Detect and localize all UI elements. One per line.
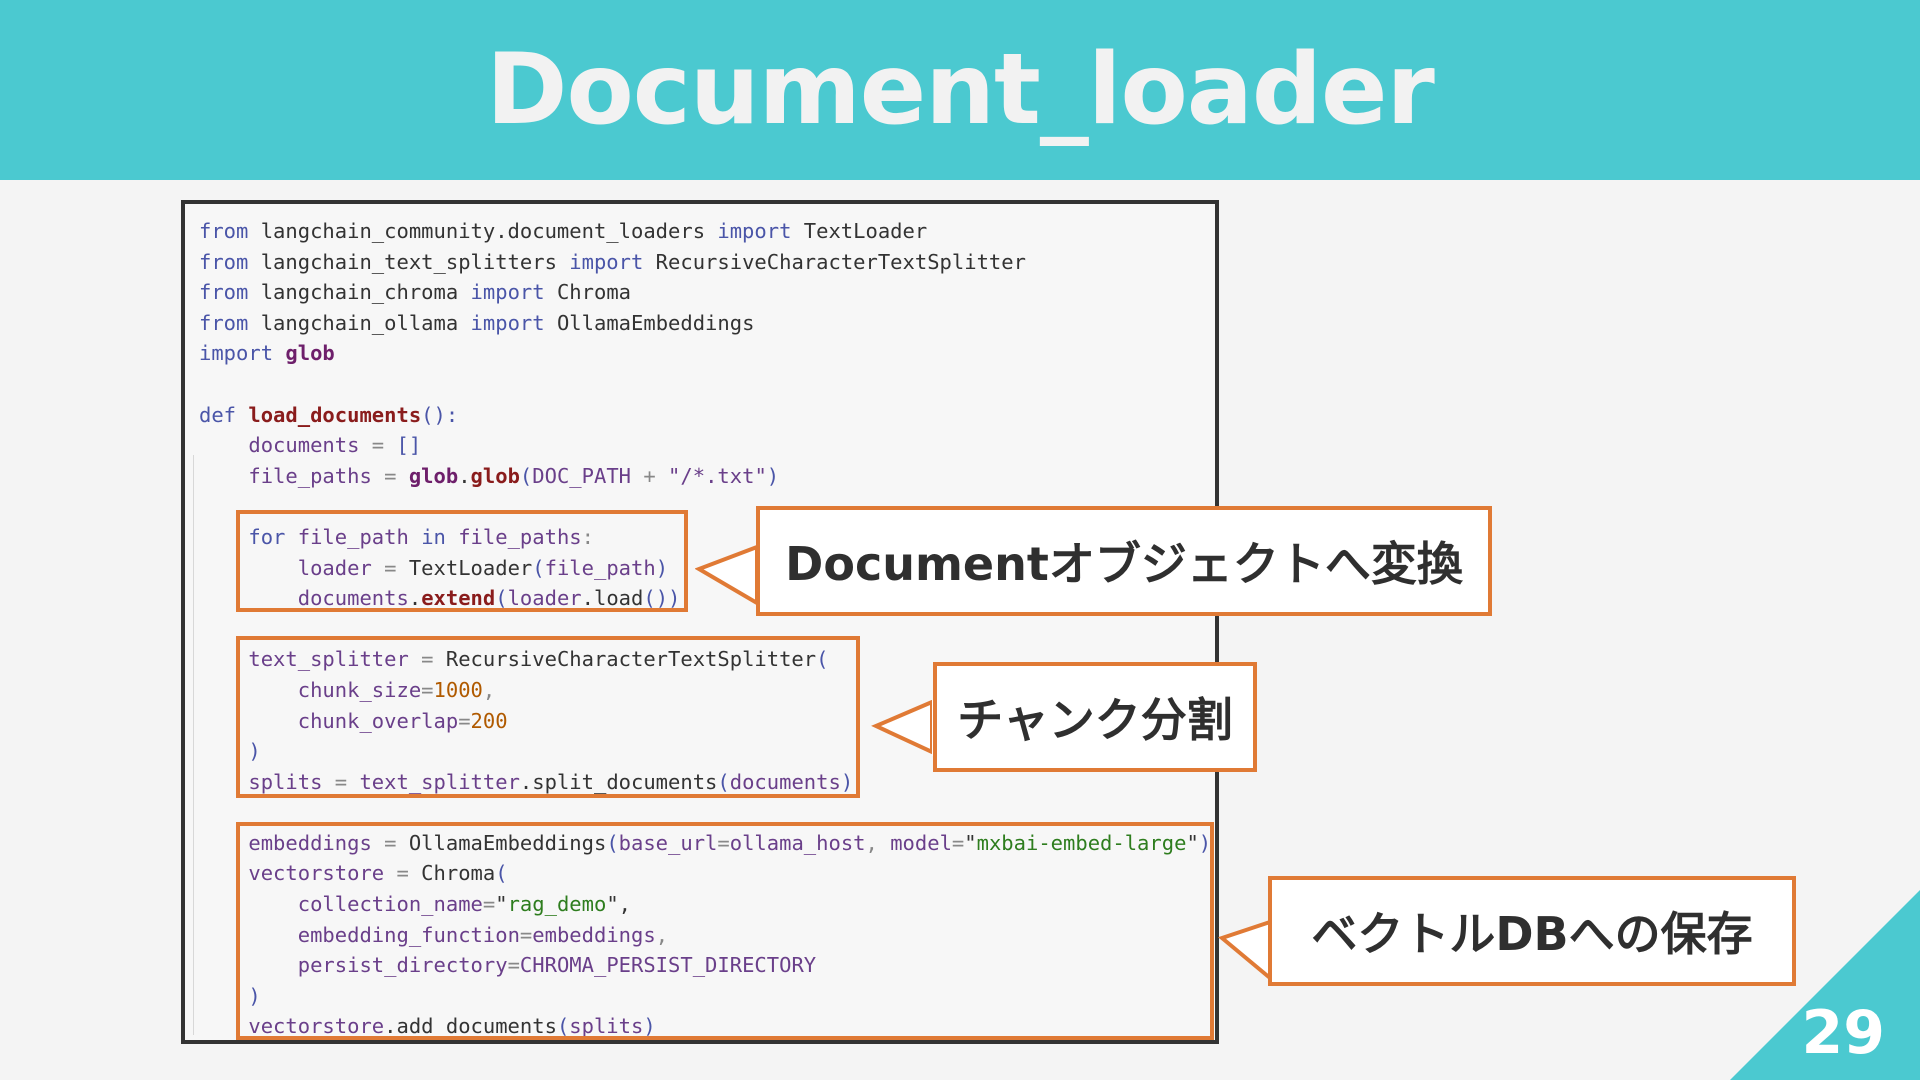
code-token: langchain_community.document_loaders [248, 219, 718, 243]
code-token: RecursiveCharacterTextSplitter [643, 249, 1026, 274]
code-token: langchain_chroma [248, 280, 471, 305]
callout-tail-document [695, 545, 763, 607]
highlight-box-splitter [236, 636, 860, 798]
code-token: glob [285, 341, 335, 366]
code-token: from [199, 219, 249, 243]
code-token: ) [766, 463, 780, 488]
code-token: def [199, 402, 237, 427]
callout-chunk-split: チャンク分割 [933, 662, 1257, 772]
slide-header: Document_loader [0, 0, 1920, 180]
code-line: from langchain_ollama import OllamaEmbed… [199, 308, 1211, 339]
code-token: load_documents [248, 402, 422, 427]
code-token: from [199, 310, 249, 335]
highlight-box-vectorstore [236, 822, 1214, 1040]
callout-document-object: Documentオブジェクトへ変換 [756, 506, 1492, 616]
code-token: Chroma [544, 280, 632, 305]
code-token: (): [421, 402, 459, 427]
code-token: import [470, 310, 545, 335]
code-token: "/*.txt" [668, 463, 767, 488]
slide-title: Document_loader [486, 33, 1435, 147]
code-line: from langchain_community.document_loader… [199, 216, 1211, 247]
page-number: 29 [1801, 998, 1886, 1068]
code-token: TextLoader [791, 219, 928, 243]
code-token: = [371, 463, 409, 488]
code-token: = [359, 433, 397, 458]
code-token: from [199, 280, 249, 305]
code-line: import glob [199, 338, 1211, 369]
code-token: OllamaEmbeddings [544, 310, 755, 335]
code-token: glob [470, 463, 520, 488]
callout-tail-chunk [871, 700, 938, 756]
code-line: from langchain_chroma import Chroma [199, 277, 1211, 308]
code-token: import [199, 341, 274, 366]
code-token: . [458, 463, 471, 488]
code-token: file_paths [248, 463, 372, 488]
code-token: import [717, 219, 792, 243]
code-token: [] [396, 433, 422, 458]
code-token: + [631, 463, 669, 488]
highlight-box-loader [236, 510, 688, 612]
code-token: import [569, 249, 644, 274]
code-token: ( [519, 463, 533, 488]
callout-tail-vector [1218, 920, 1274, 983]
code-line: from langchain_text_splitters import Rec… [199, 247, 1211, 278]
code-token: DOC_PATH [532, 463, 632, 488]
code-line: documents = [] [199, 430, 1211, 461]
code-token: glob [408, 463, 459, 488]
code-line: def load_documents(): [199, 400, 1211, 431]
code-line: file_paths = glob.glob(DOC_PATH + "/*.tx… [199, 461, 1211, 492]
code-token: langchain_text_splitters [248, 249, 570, 274]
code-token: langchain_ollama [248, 310, 471, 335]
code-token: from [199, 249, 249, 274]
code-token: documents [248, 433, 360, 458]
code-token: import [470, 280, 545, 305]
indent-guide [193, 455, 194, 1035]
callout-vector-db: ベクトルDBへの保存 [1268, 876, 1796, 986]
